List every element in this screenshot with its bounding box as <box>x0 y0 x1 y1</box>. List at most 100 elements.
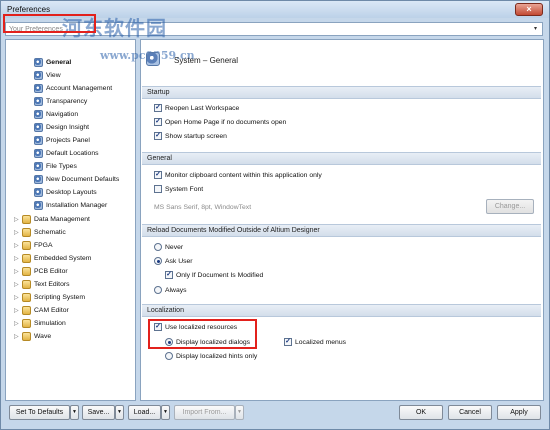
gear-icon <box>34 187 43 197</box>
tree-folder-text-editors[interactable]: ▷ Text Editors <box>14 279 70 291</box>
highlight-box-localization <box>148 319 257 349</box>
gear-icon <box>34 57 43 67</box>
change-font-button[interactable]: Change... <box>486 199 534 214</box>
checkbox-checked-icon[interactable]: ✓ <box>154 118 162 127</box>
expand-icon[interactable]: ▷ <box>14 253 22 265</box>
reload-always-radio[interactable]: Always <box>154 286 187 296</box>
gear-icon <box>34 200 43 210</box>
tree-folder-cam-editor[interactable]: ▷ CAM Editor <box>14 305 69 317</box>
tree-item-projects-panel[interactable]: Projects Panel <box>34 135 90 147</box>
checkbox-unchecked-icon[interactable] <box>154 185 162 194</box>
gear-icon <box>34 174 43 184</box>
expand-icon[interactable]: ▷ <box>14 318 22 330</box>
option-label: Only If Document Is Modified <box>176 272 264 279</box>
tree-item-account-management[interactable]: Account Management <box>34 83 112 95</box>
expand-icon[interactable]: ▷ <box>14 227 22 239</box>
option-label: Show startup screen <box>165 133 227 140</box>
expand-icon[interactable]: ▷ <box>14 279 22 291</box>
apply-button[interactable]: Apply <box>497 405 541 420</box>
set-defaults-dropdown[interactable]: ▼ <box>70 405 79 420</box>
tree-folder-wave[interactable]: ▷ Wave <box>14 331 51 343</box>
tree-item-installation-manager[interactable]: Installation Manager <box>34 200 107 212</box>
option-label: Open Home Page if no documents open <box>165 119 287 126</box>
option-label: Display localized hints only <box>176 353 258 360</box>
section-localization: Localization <box>142 304 541 317</box>
system-gear-icon <box>146 52 160 66</box>
folder-icon <box>22 331 31 341</box>
ok-button[interactable]: OK <box>399 405 443 420</box>
tree-item-label: FPGA <box>34 242 53 249</box>
tree-folder-fpga[interactable]: ▷ FPGA <box>14 240 53 252</box>
tree-folder-embedded-system[interactable]: ▷ Embedded System <box>14 253 91 265</box>
checkbox-checked-icon[interactable]: ✓ <box>154 171 162 180</box>
option-label: Reopen Last Workspace <box>165 105 240 112</box>
load-dropdown[interactable]: ▼ <box>161 405 170 420</box>
system-font-checkbox[interactable]: System Font <box>154 185 203 195</box>
radio-off-icon[interactable] <box>165 352 173 361</box>
tree-item-desktop-layouts[interactable]: Desktop Layouts <box>34 187 97 199</box>
checkbox-checked-icon[interactable]: ✓ <box>165 271 173 280</box>
tree-item-default-locations[interactable]: Default Locations <box>34 148 99 160</box>
localized-menus-checkbox[interactable]: ✓ Localized menus <box>284 338 346 348</box>
gear-icon <box>34 83 43 93</box>
monitor-clipboard-checkbox[interactable]: ✓ Monitor clipboard content within this a… <box>154 171 322 181</box>
section-general: General <box>142 152 541 165</box>
tree-item-label: PCB Editor <box>34 268 68 275</box>
tree-item-label: Design Insight <box>46 124 90 131</box>
open-home-page-checkbox[interactable]: ✓ Open Home Page if no documents open <box>154 118 286 128</box>
close-button[interactable]: × <box>515 3 543 16</box>
cancel-button[interactable]: Cancel <box>448 405 492 420</box>
checkbox-checked-icon[interactable]: ✓ <box>284 338 292 347</box>
tree-item-new-document-defaults[interactable]: New Document Defaults <box>34 174 119 186</box>
folder-icon <box>22 266 31 276</box>
checkbox-checked-icon[interactable]: ✓ <box>154 132 162 141</box>
reload-never-radio[interactable]: Never <box>154 243 183 253</box>
section-startup: Startup <box>142 86 541 99</box>
folder-icon <box>22 292 31 302</box>
gear-icon <box>34 161 43 171</box>
tree-item-label: Embedded System <box>34 255 92 262</box>
tree-item-label: Wave <box>34 333 52 340</box>
tree-folder-data-management[interactable]: ▷ Data Management <box>14 214 90 226</box>
tree-item-navigation[interactable]: Navigation <box>34 109 78 121</box>
expand-icon[interactable]: ▷ <box>14 331 22 343</box>
expand-icon[interactable]: ▷ <box>14 214 22 226</box>
expand-icon[interactable]: ▷ <box>14 292 22 304</box>
show-startup-screen-checkbox[interactable]: ✓ Show startup screen <box>154 132 227 142</box>
page-title: System – General <box>174 56 239 65</box>
expand-icon[interactable]: ▷ <box>14 240 22 252</box>
tree-item-label: Data Management <box>34 216 90 223</box>
window-title: Preferences <box>7 5 51 14</box>
tree-folder-simulation[interactable]: ▷ Simulation <box>14 318 66 330</box>
radio-on-icon[interactable] <box>154 257 162 266</box>
tree-item-general[interactable]: General <box>34 57 71 69</box>
folder-icon <box>22 253 31 263</box>
load-button[interactable]: Load... <box>128 405 161 420</box>
tree-item-design-insight[interactable]: Design Insight <box>34 122 89 134</box>
option-label: Always <box>165 287 187 294</box>
save-dropdown[interactable]: ▼ <box>115 405 124 420</box>
dropdown-arrow-icon[interactable]: ▾ <box>531 25 540 34</box>
expand-icon[interactable]: ▷ <box>14 305 22 317</box>
tree-item-label: General <box>46 59 72 66</box>
expand-icon[interactable]: ▷ <box>14 266 22 278</box>
tree-folder-scripting-system[interactable]: ▷ Scripting System <box>14 292 85 304</box>
reload-ask-user-radio[interactable]: Ask User <box>154 257 193 267</box>
radio-off-icon[interactable] <box>154 243 162 252</box>
save-button[interactable]: Save... <box>82 405 115 420</box>
tree-item-transparency[interactable]: Transparency <box>34 96 87 108</box>
only-if-modified-checkbox[interactable]: ✓ Only If Document Is Modified <box>165 271 263 281</box>
display-localized-hints-radio[interactable]: Display localized hints only <box>165 352 257 362</box>
gear-icon <box>34 148 43 158</box>
import-from-dropdown[interactable]: ▼ <box>235 405 244 420</box>
tree-item-label: Desktop Layouts <box>46 189 97 196</box>
checkbox-checked-icon[interactable]: ✓ <box>154 104 162 113</box>
tree-item-view[interactable]: View <box>34 70 61 82</box>
set-to-defaults-button[interactable]: Set To Defaults <box>9 405 70 420</box>
import-from-button[interactable]: Import From... <box>174 405 235 420</box>
tree-folder-pcb-editor[interactable]: ▷ PCB Editor <box>14 266 68 278</box>
tree-folder-schematic[interactable]: ▷ Schematic <box>14 227 66 239</box>
reopen-workspace-checkbox[interactable]: ✓ Reopen Last Workspace <box>154 104 239 114</box>
radio-off-icon[interactable] <box>154 286 162 295</box>
tree-item-file-types[interactable]: File Types <box>34 161 77 173</box>
